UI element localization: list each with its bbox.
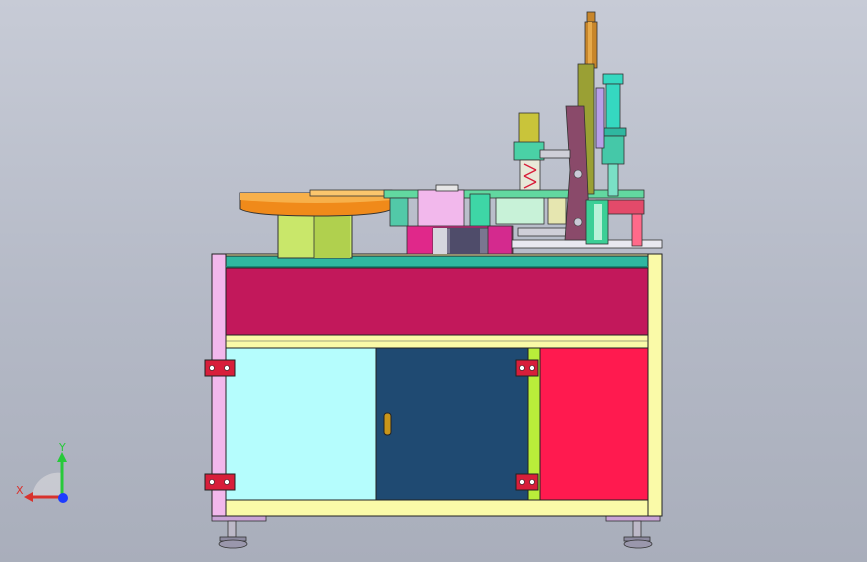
machine-assembly-view[interactable] bbox=[0, 0, 867, 562]
door-handle[interactable] bbox=[383, 412, 392, 436]
triad-graphic bbox=[24, 452, 68, 503]
cad-viewport[interactable]: Y X bbox=[0, 0, 867, 562]
leveling-feet bbox=[211, 514, 661, 549]
axis-y-label: Y bbox=[59, 441, 66, 454]
vibratory-bowl-feeder[interactable] bbox=[239, 189, 393, 259]
z-axis-dot-icon bbox=[58, 493, 68, 503]
x-axis-arrow-icon bbox=[24, 492, 33, 502]
drawer-panel[interactable] bbox=[225, 267, 649, 336]
secondary-station[interactable] bbox=[513, 112, 571, 191]
door-left-panel[interactable] bbox=[225, 347, 377, 501]
door-right-panel[interactable] bbox=[539, 347, 649, 501]
axis-x-label: X bbox=[16, 484, 24, 497]
door-middle-panel[interactable] bbox=[375, 347, 529, 501]
coordinate-triad: Y X bbox=[10, 440, 80, 510]
